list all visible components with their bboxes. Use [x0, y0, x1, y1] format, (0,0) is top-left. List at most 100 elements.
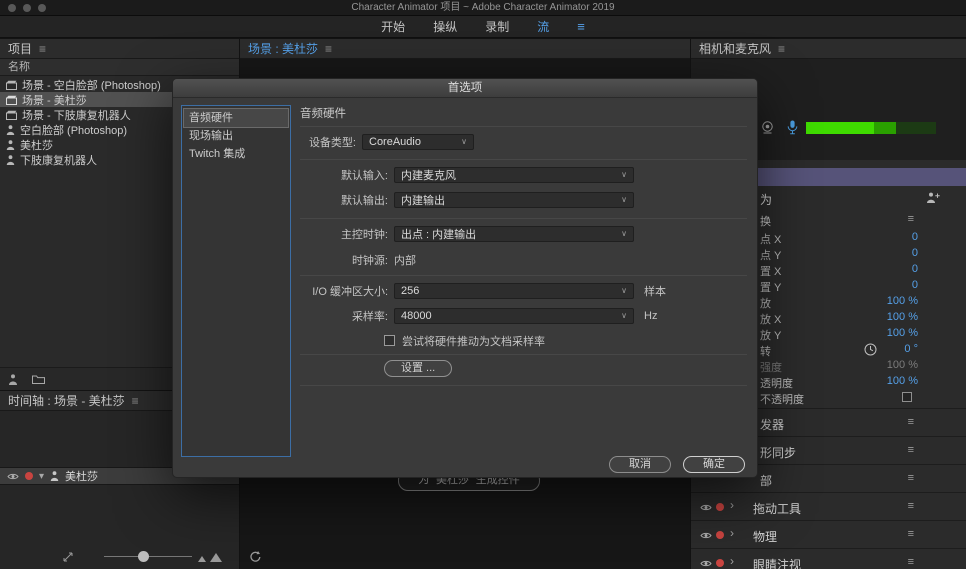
force-sample-rate-checkbox[interactable]	[384, 335, 395, 346]
property-value[interactable]: 100 %	[887, 375, 918, 387]
project-panel-title[interactable]: 项目	[8, 40, 32, 57]
camera-icon[interactable]	[761, 121, 774, 134]
zoom-slider-thumb[interactable]	[138, 551, 149, 562]
project-name-column-header[interactable]: 名称	[0, 59, 239, 76]
property-label: 不透明度	[760, 394, 804, 406]
app-window: Character Animator 项目 ~ Adobe Character …	[0, 0, 966, 569]
zoom-out-icon[interactable]	[198, 556, 206, 562]
io-buffer-select[interactable]: 256 ∨	[394, 282, 634, 299]
category-twitch[interactable]: Twitch 集成	[184, 145, 288, 163]
property-value[interactable]: 100 %	[887, 327, 918, 339]
property-value[interactable]: 0	[912, 247, 918, 259]
property-value[interactable]: 100 %	[887, 295, 918, 307]
expand-chevron-icon[interactable]: ›	[730, 554, 734, 568]
property-value[interactable]: 0 °	[904, 343, 918, 355]
section-menu-icon[interactable]: ≡	[908, 500, 914, 512]
property-value[interactable]: 0	[912, 231, 918, 243]
property-label: 放	[760, 298, 771, 310]
project-panel-menu-icon[interactable]: ≡	[39, 42, 46, 56]
transform-menu-icon[interactable]: ≡	[908, 213, 914, 225]
sample-rate-select[interactable]: 48000 ∨	[394, 307, 634, 324]
eye-icon[interactable]	[700, 559, 712, 568]
preferences-content: 音频硬件 设备类型: CoreAudio ∨ 默认输入: 内建麦克风 ∨ 默认输…	[300, 105, 747, 477]
camera-panel-title[interactable]: 相机和麦克风	[699, 40, 771, 57]
section-menu-icon[interactable]: ≡	[908, 444, 914, 456]
project-item-label: 场景 - 美杜莎	[22, 94, 87, 107]
property-value[interactable]: 0	[912, 263, 918, 275]
scene-panel-title[interactable]: 场景 : 美杜莎	[248, 40, 318, 57]
property-label: 透明度	[760, 378, 793, 390]
tab-stream[interactable]: 流	[537, 18, 549, 35]
behavior-section-row-physics[interactable]: › 物理 ≡	[691, 520, 966, 548]
sample-rate-label: 采样率:	[351, 310, 388, 323]
section-menu-icon[interactable]: ≡	[908, 556, 914, 568]
opacity-checkbox[interactable]	[902, 392, 912, 402]
sample-rate-value: 48000	[401, 309, 432, 322]
record-arm-icon[interactable]	[716, 531, 724, 539]
device-type-row: 设备类型: CoreAudio ∨	[300, 133, 747, 150]
behavior-section-row-eye-gaze[interactable]: › 眼睛注视 ≡	[691, 548, 966, 569]
microphone-icon[interactable]	[787, 120, 798, 135]
device-type-label: 设备类型:	[308, 136, 356, 149]
settings-button[interactable]: 设置 ...	[384, 360, 453, 377]
refresh-icon[interactable]	[249, 550, 262, 563]
master-clock-select[interactable]: 出点 : 内建输出 ∨	[394, 225, 634, 242]
section-menu-icon[interactable]: ≡	[908, 472, 914, 484]
property-value[interactable]: 100 %	[887, 311, 918, 323]
record-arm-icon[interactable]	[716, 503, 724, 511]
property-value[interactable]: 0	[912, 279, 918, 291]
folder-icon[interactable]	[32, 374, 45, 384]
timeline-zoom-toolbar	[0, 545, 239, 569]
tab-rig[interactable]: 操纵	[433, 18, 457, 35]
chevron-down-icon: ∨	[621, 170, 627, 179]
category-live-output[interactable]: 现场输出	[184, 127, 288, 145]
ok-button[interactable]: 确定	[683, 456, 745, 473]
expand-icon[interactable]	[62, 551, 74, 563]
titlebar: Character Animator 项目 ~ Adobe Character …	[0, 0, 966, 16]
project-item-label: 空白脸部 (Photoshop)	[20, 124, 127, 137]
expand-chevron-icon[interactable]: ›	[730, 526, 734, 540]
expand-chevron-icon[interactable]: ›	[730, 498, 734, 512]
section-label: 物理	[753, 530, 778, 544]
add-behavior-icon[interactable]	[926, 192, 940, 203]
workspace-bar: 开始 操纵 录制 流 ≡	[0, 16, 966, 38]
section-label: 眼睛注视	[753, 558, 802, 569]
transform-label-fragment: 换	[760, 216, 771, 228]
workspace-menu-icon[interactable]: ≡	[577, 19, 585, 34]
meter-dark-segment	[896, 122, 936, 134]
master-clock-row: 主控时钟: 出点 : 内建输出 ∨	[300, 225, 747, 242]
clock-icon	[864, 343, 877, 356]
chevron-down-icon: ∨	[621, 311, 627, 320]
scene-panel-menu-icon[interactable]: ≡	[325, 42, 332, 56]
device-type-select[interactable]: CoreAudio ∨	[362, 133, 474, 150]
eye-icon[interactable]	[700, 531, 712, 540]
property-label: 放 X	[760, 314, 782, 326]
record-arm-icon[interactable]	[25, 472, 33, 480]
property-label: 强度	[760, 362, 782, 374]
timeline-panel-title[interactable]: 时间轴 : 场景 - 美杜莎	[8, 392, 125, 409]
tab-record[interactable]: 录制	[485, 18, 509, 35]
collapse-chevron-icon[interactable]: ▾	[39, 471, 44, 482]
section-menu-icon[interactable]: ≡	[908, 528, 914, 540]
default-output-select[interactable]: 内建输出 ∨	[394, 191, 634, 208]
section-label-fragment: 形同步	[760, 446, 797, 460]
puppet-icon[interactable]	[8, 373, 18, 385]
property-value[interactable]: 100 %	[887, 359, 918, 371]
project-panel-header: 项目 ≡	[0, 39, 239, 59]
timeline-panel-menu-icon[interactable]: ≡	[132, 394, 139, 408]
category-audio-hardware[interactable]: 音频硬件	[183, 108, 289, 128]
default-input-select[interactable]: 内建麦克风 ∨	[394, 166, 634, 183]
section-label-fragment: 部	[760, 474, 773, 488]
record-arm-icon[interactable]	[716, 559, 724, 567]
behavior-section-row-drag-tool[interactable]: › 拖动工具 ≡	[691, 492, 966, 520]
clock-source-row: 时钟源: 内部	[300, 251, 747, 268]
cancel-button[interactable]: 取消	[609, 456, 671, 473]
eye-icon[interactable]	[7, 472, 19, 481]
section-menu-icon[interactable]: ≡	[908, 416, 914, 428]
tab-start[interactable]: 开始	[381, 18, 405, 35]
eye-icon[interactable]	[700, 503, 712, 512]
zoom-in-icon[interactable]	[210, 553, 222, 562]
behaviors-label-fragment: 为	[760, 193, 773, 207]
property-label: 放 Y	[760, 330, 782, 342]
camera-panel-menu-icon[interactable]: ≡	[778, 42, 785, 56]
